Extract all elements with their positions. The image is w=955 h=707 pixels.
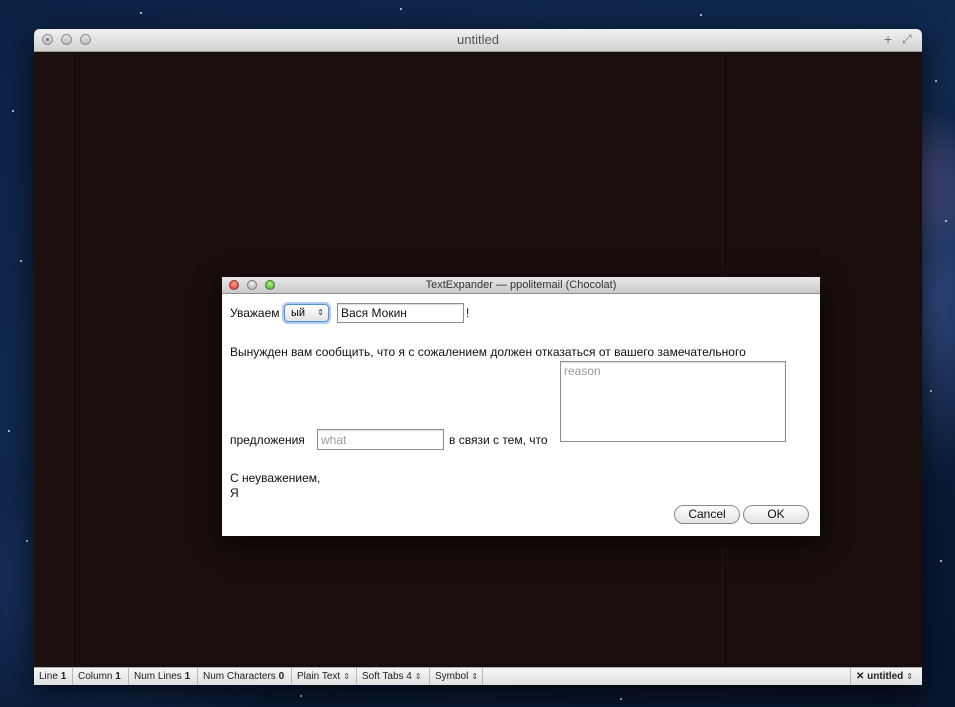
- status-num-chars-value: 0: [278, 671, 285, 682]
- status-line-label: Line: [39, 671, 58, 682]
- dialog-minimize-button[interactable]: [247, 280, 257, 290]
- star: [140, 12, 142, 14]
- symbol-label: Symbol: [435, 671, 469, 682]
- cancel-button[interactable]: Cancel: [674, 505, 740, 524]
- what-field[interactable]: [317, 429, 444, 450]
- signoff-line-1: С неуважением,: [230, 471, 321, 485]
- ok-button[interactable]: OK: [743, 505, 809, 524]
- name-field[interactable]: [337, 303, 464, 323]
- status-bar: Line 1 Column 1 Num Lines 1 Num Characte…: [34, 667, 922, 685]
- proposal-label: предложения: [230, 433, 305, 447]
- main-titlebar[interactable]: untitled + ⤢: [34, 29, 922, 52]
- textexpander-dialog: TextExpander — ppolitemail (Chocolat) Ув…: [222, 277, 820, 536]
- window-title: untitled: [457, 32, 499, 47]
- status-num-chars-label: Num Characters: [203, 671, 276, 682]
- symbol-popup[interactable]: Symbol ⇕: [430, 668, 483, 685]
- status-column-value: 1: [115, 671, 121, 682]
- star: [12, 110, 14, 112]
- star: [935, 80, 937, 82]
- star: [300, 695, 302, 697]
- updown-arrows-icon: ⇕: [471, 672, 479, 681]
- plus-icon[interactable]: +: [884, 32, 892, 46]
- document-tab[interactable]: ✕ untitled ⇕: [850, 668, 922, 685]
- status-num-lines: Num Lines 1: [129, 668, 198, 685]
- status-num-lines-value: 1: [184, 671, 191, 682]
- star: [400, 8, 402, 10]
- status-line[interactable]: Line 1: [34, 668, 73, 685]
- updown-arrows-icon: ⇕: [906, 672, 913, 681]
- star: [620, 698, 622, 700]
- dialog-title: TextExpander — ppolitemail (Chocolat): [425, 279, 617, 291]
- document-name: untitled: [867, 671, 904, 682]
- fullscreen-icon[interactable]: ⤢: [902, 32, 912, 46]
- status-num-characters: Num Characters 0: [198, 668, 292, 685]
- dialog-close-button[interactable]: [229, 280, 239, 290]
- syntax-mode-label: Plain Text: [297, 671, 341, 682]
- star: [940, 560, 942, 562]
- status-column[interactable]: Column 1: [73, 668, 129, 685]
- status-num-lines-label: Num Lines: [134, 671, 182, 682]
- status-column-label: Column: [78, 671, 113, 682]
- status-line-value: 1: [60, 671, 67, 682]
- soft-tabs-popup[interactable]: Soft Tabs 4 ⇕: [357, 668, 430, 685]
- star: [26, 540, 28, 542]
- because-label: в связи с тем, что: [449, 433, 548, 447]
- updown-arrows-icon: ⇕: [343, 672, 350, 681]
- greeting-prefix: Уважаем: [230, 306, 280, 320]
- line-gutter: [34, 52, 73, 667]
- dialog-titlebar[interactable]: TextExpander — ppolitemail (Chocolat): [222, 277, 820, 294]
- close-doc-icon[interactable]: ✕: [856, 671, 864, 682]
- reason-field[interactable]: [560, 361, 786, 442]
- signoff-line-2: Я: [230, 486, 239, 500]
- exclamation-mark: !: [466, 306, 470, 320]
- syntax-mode-popup[interactable]: Plain Text ⇕: [292, 668, 357, 685]
- updown-arrows-icon: ⇕: [317, 308, 324, 317]
- star: [945, 220, 947, 222]
- star: [700, 14, 702, 16]
- body-line: Вынужден вам сообщить, что я с сожаление…: [230, 345, 746, 359]
- updown-arrows-icon: ⇕: [414, 672, 422, 681]
- star: [8, 430, 10, 432]
- dialog-zoom-button[interactable]: [265, 280, 275, 290]
- star: [930, 390, 932, 392]
- gender-popup[interactable]: ый ⇕: [284, 304, 329, 322]
- star: [20, 260, 22, 262]
- soft-tabs-label: Soft Tabs 4: [362, 671, 412, 682]
- gender-popup-value: ый: [291, 307, 306, 319]
